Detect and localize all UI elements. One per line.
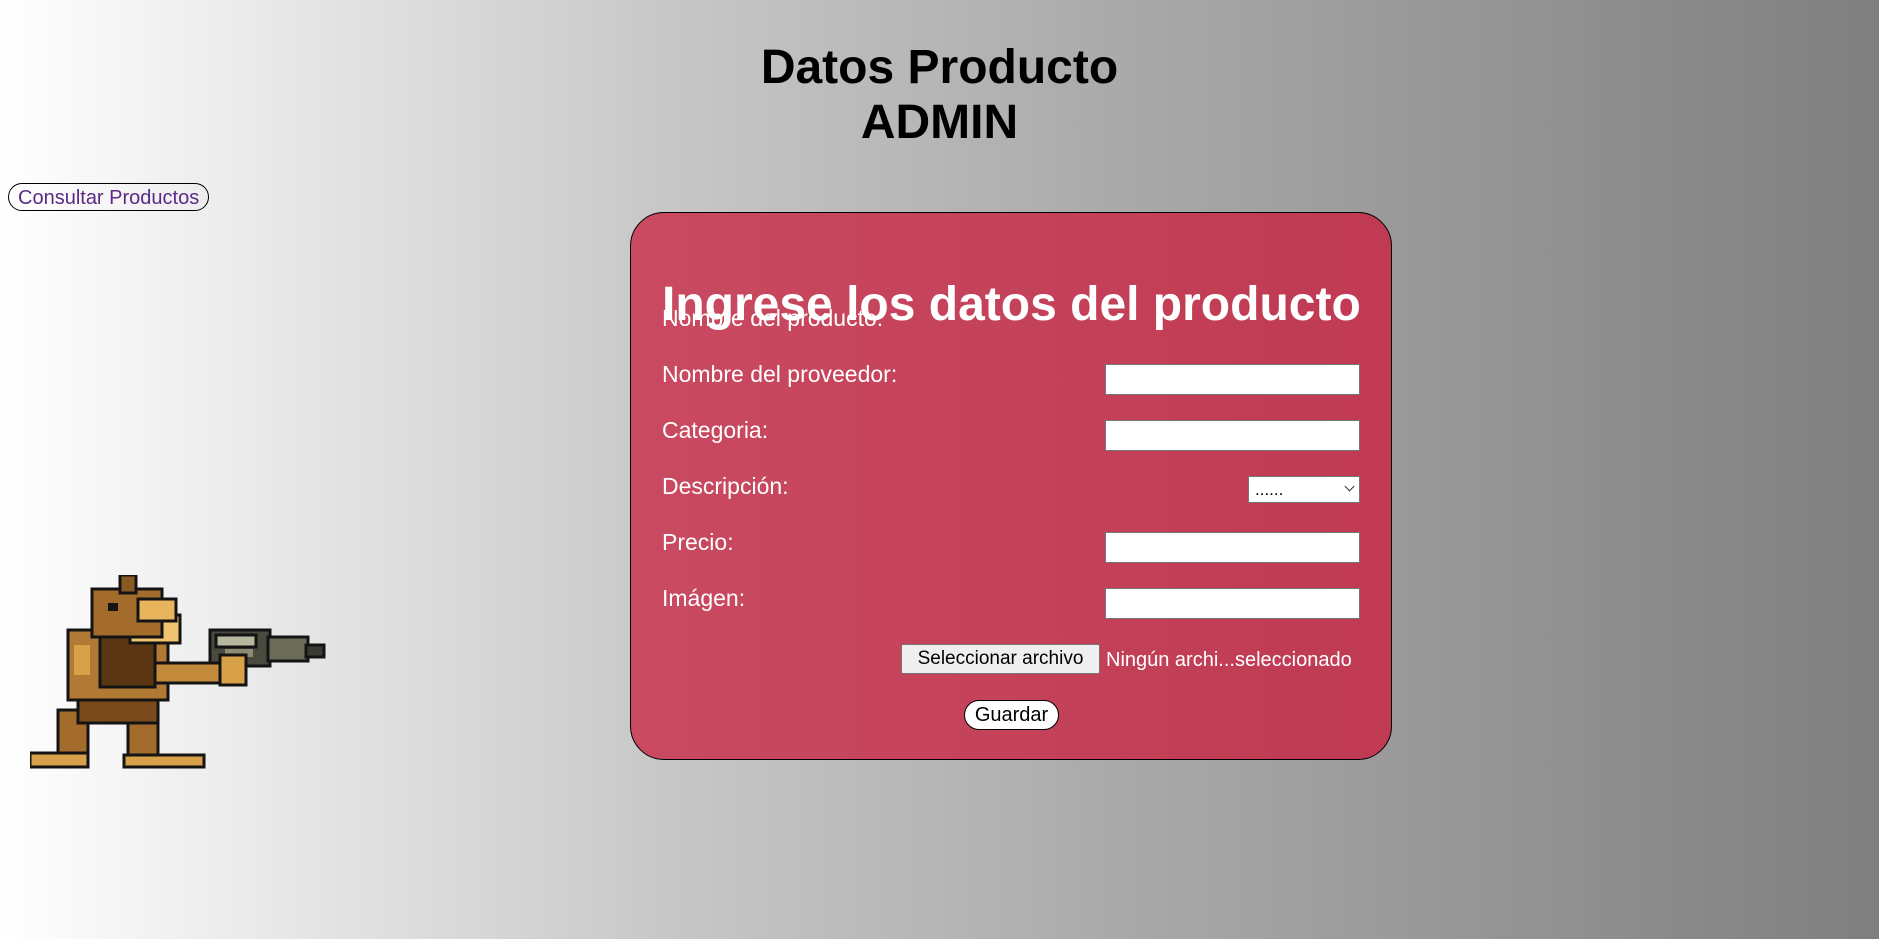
description-input[interactable] (1105, 532, 1360, 563)
page-title-line1: Datos Producto (760, 41, 1119, 94)
description-label: Descripción: (662, 473, 789, 499)
product-name-label: Nombre del producto: (662, 305, 884, 331)
product-form: Ingrese los datos del producto Nombre de… (630, 212, 1392, 760)
save-button[interactable]: Guardar (964, 700, 1059, 730)
page-title: Datos Producto ADMIN (0, 40, 1879, 150)
pixel-art-soldier-with-bazooka-icon (30, 575, 326, 769)
price-input[interactable] (1105, 588, 1360, 619)
image-label: Imágen: (662, 585, 746, 611)
category-label: Categoria: (662, 417, 769, 443)
select-file-button[interactable]: Seleccionar archivo (901, 644, 1100, 674)
file-status-text: Ningún archi...seleccionado (1106, 649, 1352, 671)
page-title-line2: ADMIN (860, 96, 1019, 149)
chevron-down-icon (1344, 481, 1355, 492)
supplier-name-input[interactable] (1105, 420, 1360, 451)
price-label: Precio: (662, 529, 734, 555)
consult-products-link[interactable]: Consultar Productos (8, 183, 210, 211)
category-select[interactable]: ...... (1248, 476, 1360, 503)
category-selected-value: ...... (1255, 480, 1284, 499)
supplier-name-label: Nombre del proveedor: (662, 361, 898, 387)
product-name-input[interactable] (1105, 364, 1360, 395)
